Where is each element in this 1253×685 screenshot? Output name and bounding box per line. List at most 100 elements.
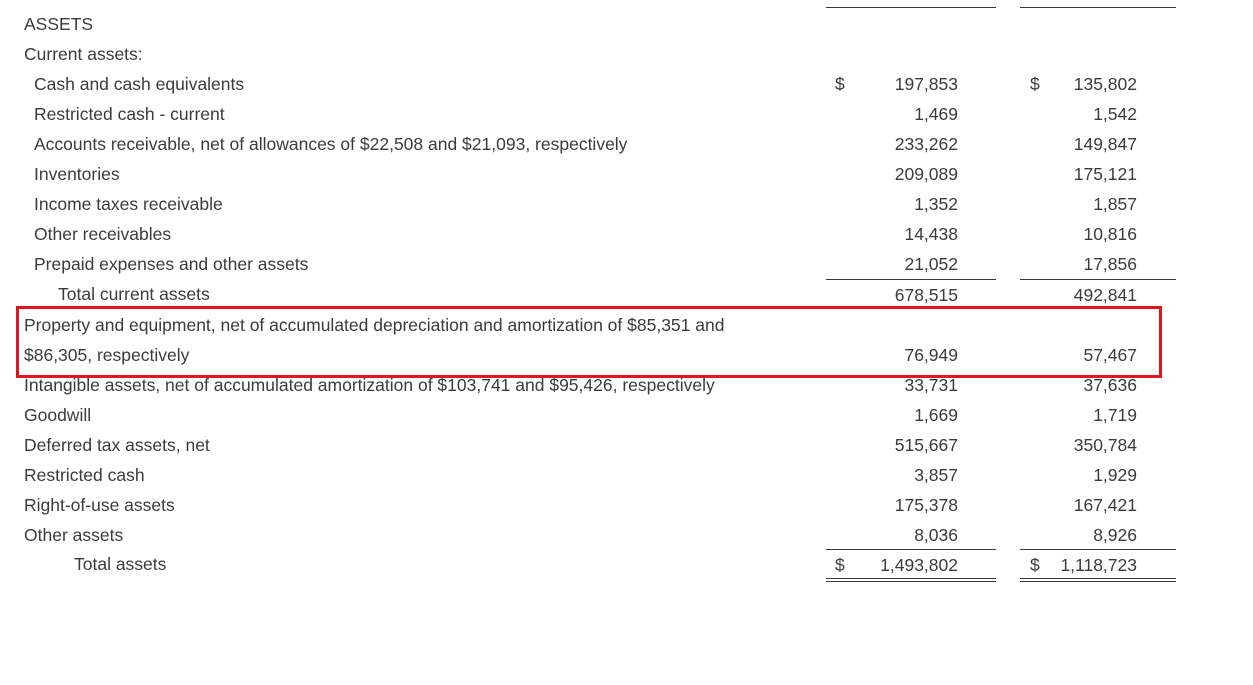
value-cell-current: 3,857 <box>826 460 996 490</box>
currency-symbol: $ <box>1030 74 1040 94</box>
double-underline <box>826 578 996 582</box>
value-cell-prior: 10,816 <box>1020 219 1176 249</box>
value-cell-prior: 175,121 <box>1020 159 1176 189</box>
value-cell-current: 33,731 <box>826 370 996 400</box>
value-cell-prior: 167,421 <box>1020 490 1176 520</box>
value-cell-current: 209,089 <box>826 159 996 189</box>
row-label: Restricted cash <box>24 465 145 485</box>
value-current: 76,949 <box>904 345 958 365</box>
value-current: 14,438 <box>904 224 958 244</box>
value-cell-current: 1,352 <box>826 189 996 219</box>
value-prior: 1,118,723 <box>1060 555 1137 575</box>
table-row: Cash and cash equivalents $ 197,853 $ 13… <box>0 69 1253 99</box>
row-label: Right-of-use assets <box>24 495 175 515</box>
value-cell-prior: 149,847 <box>1020 129 1176 159</box>
value-prior: 175,121 <box>1073 164 1137 184</box>
value-prior: 37,636 <box>1083 375 1137 395</box>
value-current: 175,378 <box>894 495 958 515</box>
row-label: Inventories <box>34 164 120 184</box>
row-label: Deferred tax assets, net <box>24 435 210 455</box>
row-label: Accounts receivable, net of allowances o… <box>34 134 628 154</box>
value-cell-prior: $ 135,802 <box>1020 69 1176 99</box>
value-cell-current: 1,669 <box>826 400 996 430</box>
table-row: Prepaid expenses and other assets 21,052… <box>0 249 1253 279</box>
subsection-heading-row: Current assets: <box>0 39 1253 69</box>
value-current: 33,731 <box>904 375 958 395</box>
table-row: Right-of-use assets 175,378 167,421 <box>0 490 1253 520</box>
value-prior: 57,467 <box>1083 345 1137 365</box>
value-current: 678,515 <box>894 285 958 305</box>
value-current: 1,469 <box>914 104 958 124</box>
column-1-top-rule <box>826 7 996 8</box>
row-label: Cash and cash equivalents <box>34 74 245 94</box>
total-row: Total current assets 678,515 492,841 <box>0 279 1253 309</box>
currency-symbol: $ <box>835 74 845 94</box>
value-cell-current: 21,052 <box>826 249 996 279</box>
value-cell-current: 233,262 <box>826 129 996 159</box>
value-prior: 149,847 <box>1073 134 1137 154</box>
value-cell-current: 678,515 <box>826 279 996 310</box>
value-prior: 1,857 <box>1093 194 1137 214</box>
row-label: Total current assets <box>58 284 210 304</box>
row-label: Restricted cash - current <box>34 104 225 124</box>
value-cell-prior: 8,926 <box>1020 520 1176 550</box>
value-current: 515,667 <box>894 435 958 455</box>
value-current: 1,493,802 <box>880 555 958 575</box>
value-cell-prior: 57,467 <box>1020 340 1176 370</box>
currency-symbol: $ <box>835 555 845 575</box>
value-current: 209,089 <box>894 164 958 184</box>
table-row: Income taxes receivable 1,352 1,857 <box>0 189 1253 219</box>
table-row: Inventories 209,089 175,121 <box>0 159 1253 189</box>
value-current: 1,352 <box>914 194 958 214</box>
value-cell-current: 76,949 <box>826 340 996 370</box>
value-cell-prior: 492,841 <box>1020 279 1176 310</box>
value-cell-prior: $ 1,118,723 <box>1020 549 1176 582</box>
row-label: Other assets <box>24 525 124 545</box>
subsection-title: Current assets: <box>24 44 143 64</box>
table-row: Deferred tax assets, net 515,667 350,784 <box>0 430 1253 460</box>
table-row: Other assets 8,036 8,926 <box>0 520 1253 550</box>
value-cell-current: $ 197,853 <box>826 69 996 99</box>
value-prior: 8,926 <box>1093 525 1137 545</box>
row-label: Income taxes receivable <box>34 194 223 214</box>
value-cell-prior: 1,929 <box>1020 460 1176 490</box>
value-current: 197,853 <box>894 74 958 94</box>
value-cell-current: 1,469 <box>826 99 996 129</box>
row-label: Intangible assets, net of accumulated am… <box>24 375 715 395</box>
value-cell-current: 14,438 <box>826 219 996 249</box>
column-2-top-rule <box>1020 7 1176 8</box>
value-prior: 10,816 <box>1083 224 1137 244</box>
table-row: Restricted cash 3,857 1,929 <box>0 460 1253 490</box>
table-row: Other receivables 14,438 10,816 <box>0 219 1253 249</box>
row-label: Total assets <box>74 554 167 574</box>
value-prior: 1,719 <box>1093 405 1137 425</box>
table-row: Goodwill 1,669 1,719 <box>0 400 1253 430</box>
value-current: 1,669 <box>914 405 958 425</box>
value-cell-current: $ 1,493,802 <box>826 549 996 582</box>
value-current: 21,052 <box>904 254 958 274</box>
row-label: $86,305, respectively <box>24 345 190 365</box>
row-label: Other receivables <box>34 224 172 244</box>
value-cell-prior: 350,784 <box>1020 430 1176 460</box>
section-heading-row: ASSETS <box>0 9 1253 39</box>
row-label: Goodwill <box>24 405 92 425</box>
grand-total-row: Total assets $ 1,493,802 $ 1,118,723 <box>0 549 1253 582</box>
row-label: Prepaid expenses and other assets <box>34 254 309 274</box>
value-prior: 17,856 <box>1083 254 1137 274</box>
value-cell-prior: 1,542 <box>1020 99 1176 129</box>
value-cell-current: 515,667 <box>826 430 996 460</box>
row-label: Property and equipment, net of accumulat… <box>24 315 725 335</box>
value-cell-prior: 1,719 <box>1020 400 1176 430</box>
value-current: 3,857 <box>914 465 958 485</box>
table-row: Restricted cash - current 1,469 1,542 <box>0 99 1253 129</box>
value-cell-prior: 1,857 <box>1020 189 1176 219</box>
value-prior: 1,929 <box>1093 465 1137 485</box>
value-prior: 1,542 <box>1093 104 1137 124</box>
value-current: 233,262 <box>894 134 958 154</box>
table-row: Accounts receivable, net of allowances o… <box>0 129 1253 159</box>
value-cell-current: 8,036 <box>826 520 996 550</box>
value-cell-current: 175,378 <box>826 490 996 520</box>
currency-symbol: $ <box>1030 555 1040 575</box>
value-prior: 135,802 <box>1073 74 1137 94</box>
double-underline <box>1020 578 1176 582</box>
